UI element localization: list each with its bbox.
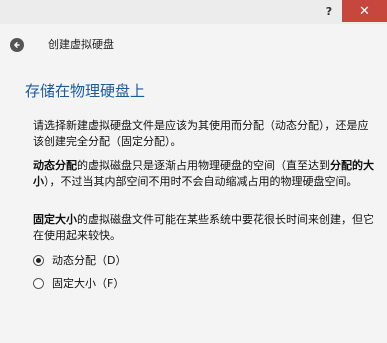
dynamic-term: 动态分配 xyxy=(33,159,77,172)
radio-fixed-option[interactable]: 固定大小（F） xyxy=(33,276,124,290)
radio-button-dynamic[interactable] xyxy=(33,254,44,266)
title-bar: ? ✕ xyxy=(0,0,387,24)
dynamic-desc-part1: 的虚拟磁盘只是逐渐占用物理硬盘的空间（直至达到 xyxy=(77,159,330,172)
wizard-navigation: 创建虚拟硬盘 xyxy=(0,24,387,68)
wizard-title: 创建虚拟硬盘 xyxy=(48,38,114,51)
back-arrow-icon[interactable] xyxy=(10,38,24,52)
radio-fixed-label: 固定大小（F） xyxy=(52,277,125,290)
help-button[interactable]: ? xyxy=(318,0,340,22)
radio-dynamic-label: 动态分配（D） xyxy=(52,254,127,267)
radio-button-fixed[interactable] xyxy=(33,277,44,289)
radio-dynamic-option[interactable]: 动态分配（D） xyxy=(33,253,126,267)
close-button[interactable]: ✕ xyxy=(342,0,387,22)
fixed-desc-text: 的虚拟磁盘文件可能在某些系统中要花很长时间来创建，但它在使用起来较快。 xyxy=(33,213,374,242)
fixed-term: 固定大小 xyxy=(33,213,77,226)
dynamic-desc-part2: ），不过当其内部空间不用时不会自动缩减占用的物理硬盘空间。 xyxy=(44,175,358,188)
dynamic-description: 动态分配的虚拟磁盘只是逐渐占用物理硬盘的空间（直至达到分配的大小），不过当其内部… xyxy=(33,158,378,190)
create-virtual-disk-dialog: ? ✕ 创建虚拟硬盘 存储在物理硬盘上 请选择新建虚拟硬盘文件是应该为其使用而分… xyxy=(0,0,387,343)
fixed-description: 固定大小的虚拟磁盘文件可能在某些系统中要花很长时间来创建，但它在使用起来较快。 xyxy=(33,212,378,244)
intro-text: 请选择新建虚拟硬盘文件是应该为其使用而分配（动态分配），还是应该创建完全分配（固… xyxy=(33,119,369,148)
page-title: 存储在物理硬盘上 xyxy=(25,82,146,100)
